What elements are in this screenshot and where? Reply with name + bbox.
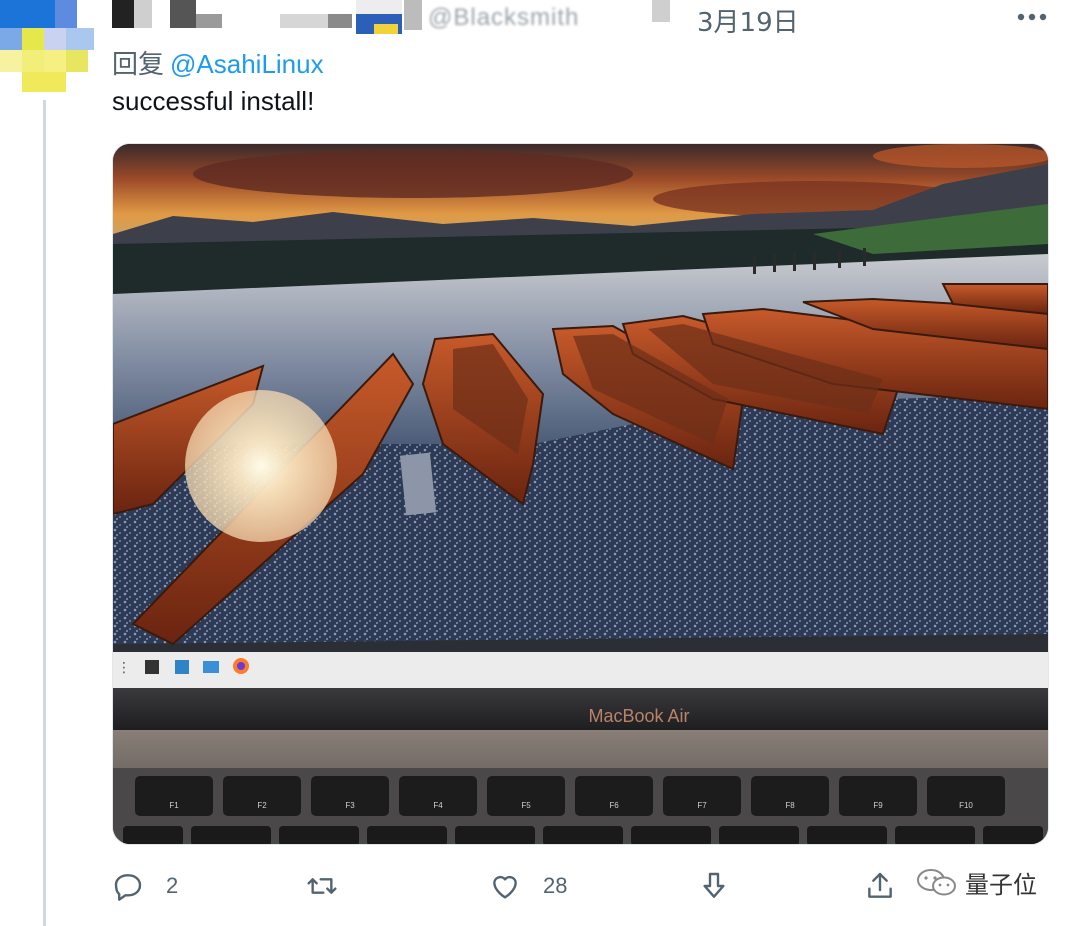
- fn-key-label: F6: [609, 801, 619, 810]
- fn-key: [927, 776, 1005, 816]
- fn-key: [575, 776, 653, 816]
- reply-context: 回复 @AsahiLinux: [112, 44, 324, 81]
- wechat-icon: [917, 869, 956, 896]
- fn-key-label: F10: [959, 801, 973, 810]
- macbook-air-label: MacBook Air: [588, 706, 689, 726]
- fn-key: [487, 776, 565, 816]
- fn-key-label: F9: [873, 801, 883, 810]
- fn-key: [663, 776, 741, 816]
- photo-laptop-screen: ⋮ MacBook Air F1 F2 F3 F4 F5 F6 F7 F8 F9 F10: [113, 144, 1048, 844]
- retweet-icon: [307, 878, 337, 894]
- fn-key-label: F4: [433, 801, 443, 810]
- tweet-text: successful install!: [112, 86, 315, 116]
- fn-key-label: F5: [521, 801, 531, 810]
- fn-key: [751, 776, 829, 816]
- retweet-button[interactable]: [306, 866, 360, 906]
- fn-key: [223, 776, 301, 816]
- reply-icon: [114, 874, 142, 901]
- share-button[interactable]: [864, 866, 896, 906]
- like-button[interactable]: 28: [489, 866, 567, 906]
- author-name-blurred[interactable]: [112, 0, 682, 36]
- reply-prefix: 回复: [112, 50, 165, 80]
- tweet-date[interactable]: 3月19日: [697, 2, 799, 39]
- reply-mention-link[interactable]: @AsahiLinux: [170, 49, 324, 79]
- fn-key: [311, 776, 389, 816]
- fn-key: [135, 776, 213, 816]
- avatar[interactable]: [0, 0, 100, 92]
- svg-text:⋮: ⋮: [117, 659, 131, 675]
- watermark: 量子位: [915, 862, 1037, 902]
- reply-button[interactable]: 2: [112, 866, 178, 906]
- fn-key-label: F2: [257, 801, 267, 810]
- more-options-button[interactable]: [1010, 2, 1054, 32]
- fn-key-label: F1: [169, 801, 179, 810]
- watermark-text: 量子位: [965, 870, 1037, 899]
- fn-key-label: F7: [697, 801, 707, 810]
- download-arrow-icon: [703, 872, 725, 898]
- reply-count: 2: [166, 873, 179, 898]
- share-icon: [868, 872, 892, 898]
- author-handle-blurred[interactable]: @Blacksmith: [428, 4, 579, 32]
- fn-key: [839, 776, 917, 816]
- fn-key-label: F8: [785, 801, 795, 810]
- heart-icon: [493, 875, 517, 899]
- like-count: 28: [543, 873, 568, 898]
- download-button[interactable]: [698, 866, 730, 906]
- thread-line: [43, 100, 46, 926]
- fn-key: [399, 776, 477, 816]
- tweet-photo[interactable]: ⋮ MacBook Air F1 F2 F3 F4 F5 F6 F7 F8 F9 F10: [112, 143, 1049, 845]
- more-icon: [1017, 13, 1047, 21]
- fn-key-label: F3: [345, 801, 355, 810]
